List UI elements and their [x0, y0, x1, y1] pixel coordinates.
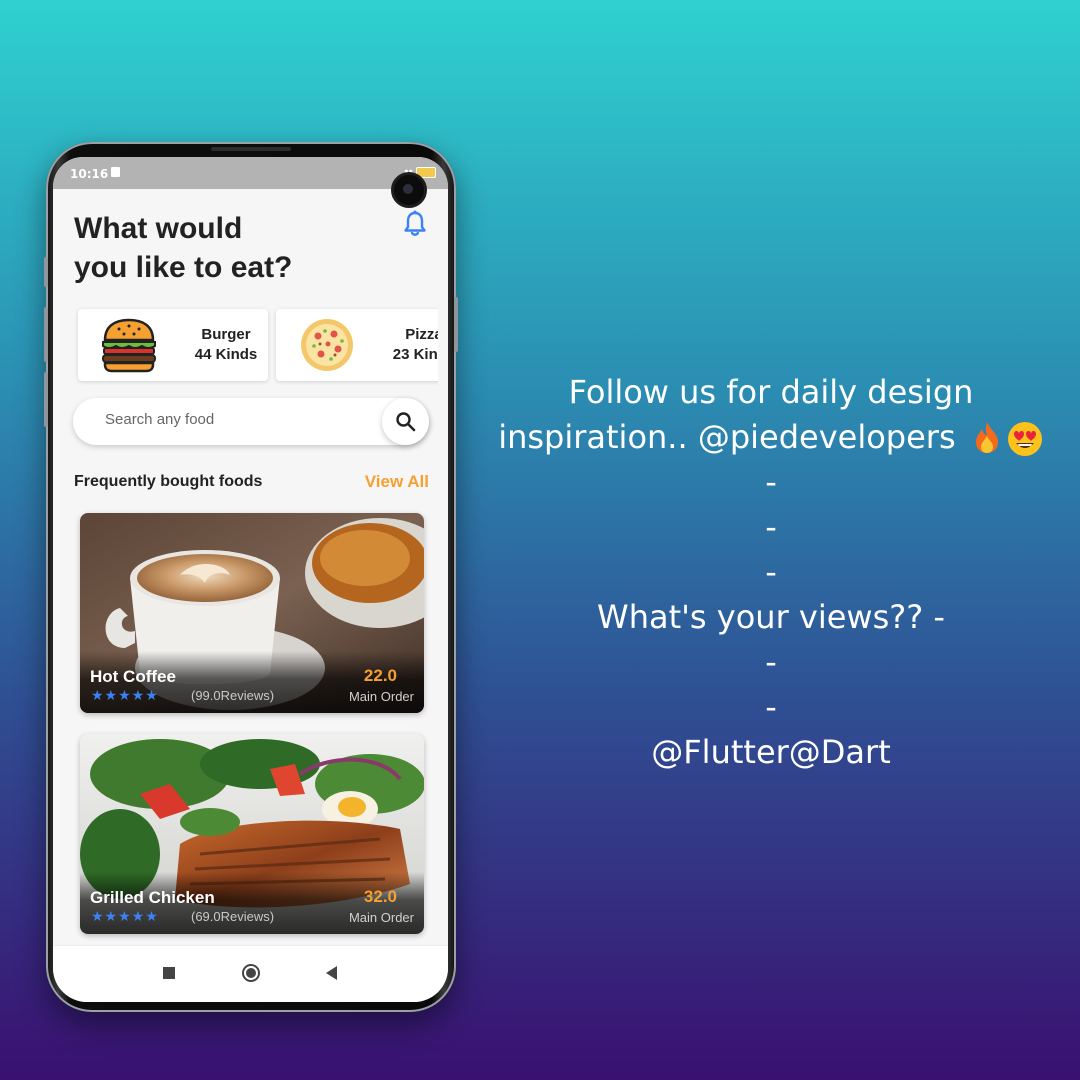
app-screen: 10:16 ▮▮ What would you like to eat? [53, 157, 448, 1002]
caption-dash-3: - [765, 553, 777, 591]
caption-dash-1: - [765, 463, 777, 501]
pizza-icon [301, 319, 353, 371]
status-bar: 10:16 ▮▮ [53, 157, 448, 189]
caption-line-2-wrap: inspiration.. @piedevelopers [470, 415, 1072, 460]
front-camera [391, 172, 427, 208]
heart-eyes-emoji-icon [1007, 422, 1042, 456]
caption-dash-5: - [765, 688, 777, 726]
title-line-2: you like to eat? [74, 251, 293, 284]
category-label: Pizza 23 Kinds [384, 325, 438, 365]
fire-icon [975, 422, 998, 453]
order-label: Main Order [348, 689, 414, 704]
caption-dash-4: - [765, 643, 777, 681]
recent-apps-icon[interactable] [163, 967, 175, 979]
notification-icon [111, 167, 120, 177]
category-card-pizza[interactable]: Pizza 23 Kinds [276, 309, 438, 381]
home-icon[interactable] [242, 964, 260, 982]
page-title: What would you like to eat? [74, 209, 292, 287]
rating-stars: ★★★★★ [91, 688, 159, 704]
search-bar [73, 398, 429, 445]
category-name: Burger [201, 326, 251, 343]
phone-frame: 10:16 ▮▮ What would you like to eat? [44, 142, 458, 1012]
caption-line-1: Follow us for daily design [568, 373, 974, 411]
status-time: 10:16 [70, 167, 109, 181]
review-count: (69.0Reviews) [191, 909, 275, 924]
search-button[interactable] [382, 398, 429, 445]
search-icon [396, 412, 416, 432]
food-card-grilled-chicken[interactable]: Grilled Chicken ★★★★★ (69.0Reviews) 32.0… [80, 734, 424, 934]
bell-icon[interactable] [403, 210, 427, 238]
bixby-button [44, 372, 48, 427]
section-title: Frequently bought foods [74, 473, 263, 490]
rating-stars: ★★★★★ [91, 909, 159, 925]
category-list: Burger 44 Kinds Pizza 23 Kinds [53, 305, 438, 385]
power-button [454, 297, 458, 352]
category-count: 23 Kinds [392, 346, 438, 363]
view-all-link[interactable]: View All [365, 472, 429, 492]
category-count: 44 Kinds [194, 346, 258, 363]
review-count: (99.0Reviews) [191, 688, 275, 703]
food-card-hot-coffee[interactable]: Hot Coffee ★★★★★ (99.0Reviews) 22.0 Main… [80, 513, 424, 713]
caption-line-2: inspiration.. @piedevelopers [498, 418, 956, 456]
caption-question: What's your views?? - [597, 598, 945, 636]
android-nav-bar [53, 945, 448, 1002]
earpiece-speaker [211, 147, 291, 151]
category-card-burger[interactable]: Burger 44 Kinds [78, 309, 268, 381]
caption-tags: @Flutter@Dart [651, 733, 891, 771]
burger-icon [102, 318, 156, 373]
volume-up-button [44, 257, 48, 287]
volume-down-button [44, 307, 48, 362]
search-input[interactable] [105, 411, 375, 428]
category-label: Burger 44 Kinds [186, 325, 266, 365]
title-line-1: What would [74, 212, 243, 245]
caption-emojis [972, 420, 1044, 458]
promo-caption: Follow us for daily design inspiration..… [470, 370, 1072, 775]
food-price: 22.0 [363, 666, 397, 685]
order-label: Main Order [348, 910, 414, 925]
category-name: Pizza [405, 326, 438, 343]
food-name: Hot Coffee [90, 667, 176, 686]
back-icon[interactable] [326, 966, 337, 980]
food-name: Grilled Chicken [90, 888, 215, 907]
food-price: 32.0 [363, 887, 397, 906]
caption-dash-2: - [765, 508, 777, 546]
